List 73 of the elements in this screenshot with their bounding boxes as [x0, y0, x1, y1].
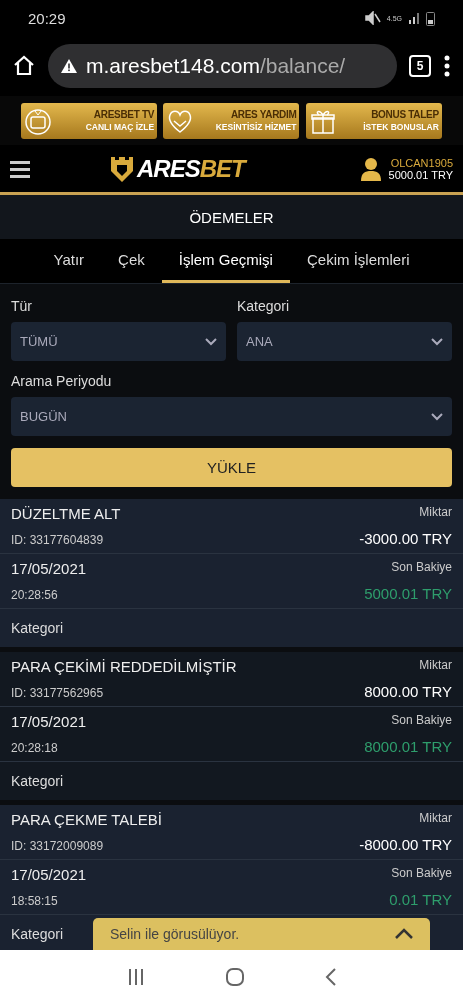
username: OLCAN1905 — [390, 156, 453, 169]
amount-label: Miktar — [419, 505, 452, 519]
address-field[interactable]: m.aresbet148.com/balance/ — [48, 44, 397, 88]
dropdown-field[interactable]: TÜMÜ — [11, 322, 226, 361]
field-label: Arama Periyodu — [11, 373, 113, 389]
transaction-title: PARA ÇEKME TALEBİ — [11, 811, 162, 828]
mute-icon — [364, 11, 381, 25]
balance-label: Son Bakiye — [391, 866, 452, 880]
balance-after: 0.01 TRY — [389, 891, 452, 908]
transaction-title: DÜZELTME ALT — [11, 505, 121, 522]
tab[interactable]: Çek — [101, 239, 162, 283]
category-label: Kategori — [10, 772, 65, 791]
transaction-title: PARA ÇEKİMİ REDDEDİLMİŞTİR — [11, 658, 237, 675]
balance-label: Son Bakiye — [391, 560, 452, 574]
transaction-time: 20:28:18 — [11, 741, 59, 755]
promo-banner[interactable]: ARES YARDIM KESİNTİSİZ HİZMET — [163, 102, 300, 139]
tv-icon — [24, 106, 53, 135]
transaction-time: 18:58:15 — [11, 894, 59, 908]
promo-banner[interactable]: ARESBET TV CANLI MAÇ İZLE — [21, 102, 158, 139]
tab[interactable]: İşlem Geçmişi — [161, 239, 290, 283]
status-time: 20:29 — [28, 9, 66, 27]
banner-title: ARESBET TV — [93, 109, 155, 120]
chat-status: Selin ile görusülüyor. — [110, 926, 240, 942]
balance-label: Son Bakiye — [391, 713, 452, 727]
banner-subtitle: KESİNTİSİZ HİZMET — [215, 122, 297, 132]
chat-bar[interactable]: Selin ile görusülüyor. — [93, 918, 430, 950]
transaction-amount: 8000.00 TRY — [364, 683, 452, 700]
transaction-date: 17/05/2021 — [11, 560, 87, 577]
transaction-id: ID: 33172009089 — [11, 839, 105, 853]
battery-icon — [426, 10, 435, 26]
amount-label: Miktar — [419, 658, 452, 672]
chevron-down-icon — [205, 337, 217, 346]
banner-subtitle: İSTEK BONUSLAR — [363, 122, 439, 132]
banner-title: BONUS TALEP — [371, 109, 439, 120]
site-logo: ARESBET — [137, 154, 245, 183]
chevron-up-icon[interactable] — [394, 928, 414, 940]
transaction-date: 17/05/2021 — [11, 866, 87, 883]
warning-icon — [60, 58, 78, 74]
balance-after: 8000.01 TRY — [364, 738, 452, 755]
account-balance: 5000.01 TRY — [388, 168, 453, 181]
transaction-amount: -8000.00 TRY — [359, 836, 452, 853]
menu-icon[interactable] — [10, 159, 30, 178]
more-icon[interactable] — [443, 54, 451, 78]
amount-label: Miktar — [419, 811, 452, 825]
back-icon[interactable] — [324, 967, 337, 987]
dropdown-field[interactable]: BUGÜN — [11, 397, 452, 436]
dropdown-field[interactable]: ANA — [237, 322, 452, 361]
promo-banner[interactable]: BONUS TALEP İSTEK BONUSLAR — [305, 102, 442, 139]
tab[interactable]: Çekim İşlemleri — [289, 239, 427, 283]
tab-count-button[interactable]: 5 — [409, 55, 431, 77]
load-button[interactable]: YÜKLE — [11, 448, 452, 487]
balance-after: 5000.01 TRY — [364, 585, 452, 602]
page-title: ÖDEMELER — [0, 195, 463, 239]
signal-icon — [408, 12, 420, 24]
banner-title: ARES YARDIM — [230, 109, 297, 120]
transaction-time: 20:28:56 — [11, 588, 59, 602]
transaction-date: 17/05/2021 — [11, 713, 87, 730]
chevron-down-icon — [431, 412, 443, 421]
category-label: Kategori — [10, 619, 65, 638]
category-label: Kategori — [10, 925, 65, 944]
field-label: Kategori — [237, 298, 291, 314]
tab[interactable]: Yatır — [36, 239, 102, 283]
user-icon[interactable] — [360, 156, 381, 181]
transaction-id: ID: 33177562965 — [11, 686, 105, 700]
recent-apps-icon[interactable] — [126, 968, 145, 986]
chevron-down-icon — [431, 337, 443, 346]
home-button-icon[interactable] — [224, 967, 245, 987]
transaction-amount: -3000.00 TRY — [359, 530, 452, 547]
transaction-id: ID: 33177604839 — [11, 533, 105, 547]
home-icon[interactable] — [12, 54, 36, 78]
shield-logo-icon — [110, 154, 134, 183]
banner-subtitle: CANLI MAÇ İZLE — [85, 122, 155, 132]
field-label: Tür — [11, 298, 33, 314]
